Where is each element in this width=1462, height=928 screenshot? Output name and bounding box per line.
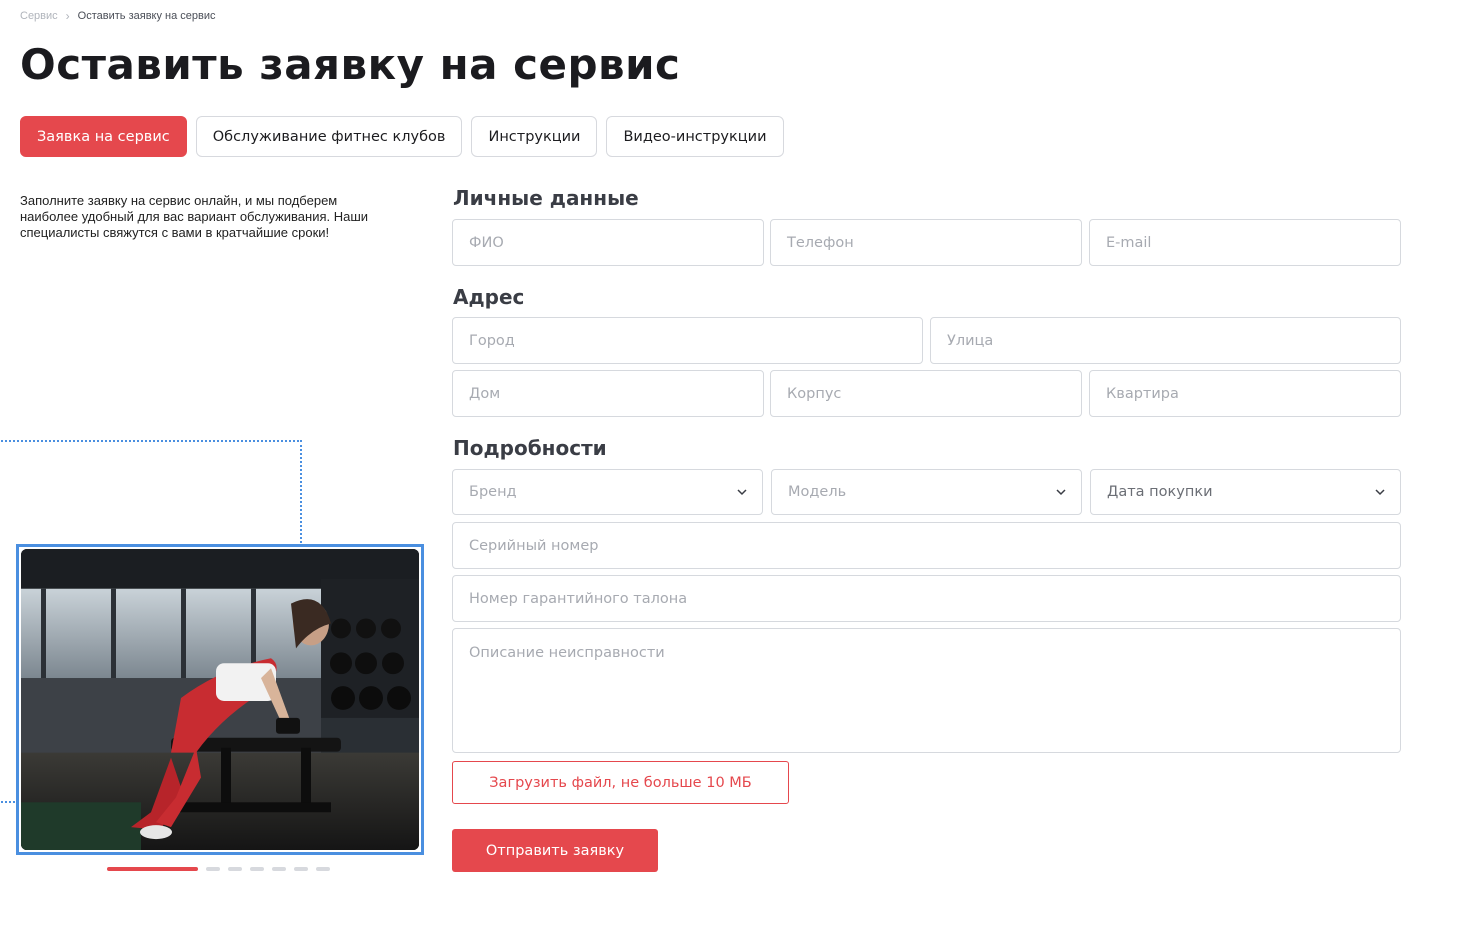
serial-number-field[interactable]: Серийный номер (452, 522, 1401, 569)
full-name-field[interactable]: ФИО (452, 219, 764, 266)
section-title-personal: Личные данные (453, 186, 639, 210)
brand-select-value: Бренд (469, 484, 517, 500)
tab-video-instructions[interactable]: Видео-инструкции (606, 116, 784, 157)
chevron-down-icon (1056, 489, 1066, 496)
breadcrumb-current: Оставить заявку на сервис (77, 10, 216, 22)
photo-slider[interactable] (16, 544, 424, 855)
model-select[interactable]: Модель (771, 469, 1082, 515)
purchase-date-select-value: Дата покупки (1107, 484, 1213, 500)
fault-description-textarea[interactable]: Описание неисправности (452, 628, 1401, 753)
chevron-down-icon (737, 489, 747, 496)
street-field[interactable]: Улица (930, 317, 1401, 364)
slider-dot-4[interactable] (250, 867, 264, 871)
breadcrumb: Сервис › Оставить заявку на сервис (20, 9, 216, 23)
chevron-down-icon (1375, 489, 1385, 496)
building-field[interactable]: Корпус (770, 370, 1082, 417)
slider-dot-1[interactable] (107, 867, 198, 871)
upload-file-button[interactable]: Загрузить файл, не больше 10 МБ (452, 761, 789, 804)
section-title-address: Адрес (453, 285, 525, 309)
email-field[interactable]: E-mail (1089, 219, 1401, 266)
tabs: Заявка на сервис Обслуживание фитнес клу… (20, 116, 784, 157)
slider-image (21, 549, 419, 850)
breadcrumb-link-service[interactable]: Сервис (20, 10, 58, 22)
tab-instructions[interactable]: Инструкции (471, 116, 598, 157)
phone-field[interactable]: Телефон (770, 219, 1082, 266)
page-title: Оставить заявку на сервис (20, 40, 681, 89)
slider-dot-6[interactable] (294, 867, 308, 871)
submit-request-button[interactable]: Отправить заявку (452, 829, 658, 872)
slider-pagination (107, 867, 330, 871)
warranty-number-field[interactable]: Номер гарантийного талона (452, 575, 1401, 622)
city-field[interactable]: Город (452, 317, 923, 364)
model-select-value: Модель (788, 484, 847, 500)
chevron-right-icon: › (65, 9, 70, 23)
brand-select[interactable]: Бренд (452, 469, 763, 515)
tab-service-request[interactable]: Заявка на сервис (20, 116, 187, 157)
slider-dot-5[interactable] (272, 867, 286, 871)
slider-dot-2[interactable] (206, 867, 220, 871)
house-field[interactable]: Дом (452, 370, 764, 417)
section-title-details: Подробности (453, 436, 607, 460)
tab-fitness-club-service[interactable]: Обслуживание фитнес клубов (195, 116, 463, 157)
intro-text: Заполните заявку на сервис онлайн, и мы … (20, 193, 369, 240)
purchase-date-select[interactable]: Дата покупки (1090, 469, 1401, 515)
gym-photo-illustration (21, 549, 419, 850)
slider-dot-7[interactable] (316, 867, 330, 871)
slider-dot-3[interactable] (228, 867, 242, 871)
apartment-field[interactable]: Квартира (1089, 370, 1401, 417)
